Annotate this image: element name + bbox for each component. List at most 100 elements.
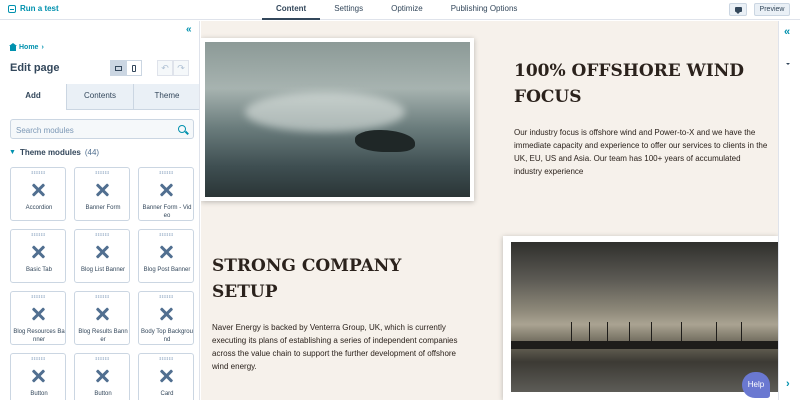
module-label: Blog Resources Banner bbox=[13, 329, 65, 343]
module-card[interactable]: Banner Form bbox=[74, 167, 130, 221]
module-card[interactable]: Blog Results Banner bbox=[74, 291, 130, 345]
turbine bbox=[571, 322, 572, 342]
module-label: Banner Form - Video bbox=[142, 205, 192, 219]
drag-handle-icon[interactable] bbox=[95, 357, 109, 360]
heading-offshore-wind[interactable]: 100% OFFSHORE WIND FOCUS bbox=[514, 58, 754, 110]
wrench-icon bbox=[94, 244, 110, 260]
comment-icon bbox=[734, 7, 742, 14]
search-input[interactable] bbox=[16, 124, 166, 136]
drag-handle-icon[interactable] bbox=[31, 295, 45, 298]
breadcrumb-home[interactable]: Home bbox=[19, 44, 38, 51]
tab-publishing-options[interactable]: Publishing Options bbox=[437, 0, 532, 20]
turbine bbox=[607, 322, 608, 342]
heading-company-setup[interactable]: STRONG COMPANY SETUP bbox=[212, 253, 452, 305]
wrench-icon bbox=[94, 182, 110, 198]
collapse-icon[interactable]: « bbox=[186, 24, 192, 35]
run-test-label: Run a test bbox=[20, 4, 59, 13]
wave-foam bbox=[245, 92, 405, 132]
wind-farm-photo bbox=[511, 242, 778, 392]
tab-contents[interactable]: Contents bbox=[66, 84, 133, 109]
desktop-icon bbox=[114, 65, 122, 71]
module-label: Blog List Banner bbox=[80, 267, 126, 273]
undo-redo: ↶ ↷ bbox=[157, 60, 189, 76]
turbine bbox=[589, 322, 590, 342]
turbine bbox=[741, 322, 742, 342]
turbine bbox=[716, 322, 717, 342]
drag-handle-icon[interactable] bbox=[159, 295, 173, 298]
run-test-button[interactable]: Run a test bbox=[8, 4, 59, 13]
module-label: Card bbox=[160, 391, 174, 397]
offshore-wave-image[interactable] bbox=[201, 38, 474, 201]
editor-tabs: Content Settings Optimize Publishing Opt… bbox=[262, 0, 531, 20]
expand-panel-icon[interactable]: « bbox=[784, 26, 790, 38]
tab-optimize[interactable]: Optimize bbox=[377, 0, 437, 20]
left-panel: « Home › Edit page ↶ ↷ Add Contents Them… bbox=[0, 21, 200, 400]
module-card[interactable]: Basic Tab bbox=[10, 229, 66, 283]
desktop-view-button[interactable] bbox=[110, 60, 126, 76]
module-card[interactable]: Button bbox=[10, 353, 66, 400]
tab-settings[interactable]: Settings bbox=[320, 0, 377, 20]
page-canvas[interactable]: 100% OFFSHORE WIND FOCUS Our industry fo… bbox=[201, 21, 778, 400]
section-count: (44) bbox=[84, 148, 100, 157]
module-card[interactable]: Blog Post Banner bbox=[138, 229, 194, 283]
flask-icon bbox=[8, 4, 16, 13]
drag-handle-icon[interactable] bbox=[95, 233, 109, 236]
mobile-view-button[interactable] bbox=[126, 60, 142, 76]
module-label: Body Top Background bbox=[141, 329, 193, 343]
redo-icon[interactable]: ↷ bbox=[173, 60, 189, 76]
chevron-right-icon[interactable]: › bbox=[786, 378, 790, 390]
section-title: Theme modules bbox=[19, 148, 81, 157]
drag-handle-icon[interactable] bbox=[31, 357, 45, 360]
module-label: Blog Post Banner bbox=[143, 267, 191, 273]
drag-handle-icon[interactable] bbox=[95, 171, 109, 174]
shoreline bbox=[511, 341, 778, 349]
module-card[interactable]: Button bbox=[74, 353, 130, 400]
module-label: Blog Results Banner bbox=[78, 329, 128, 343]
breadcrumb[interactable]: Home › bbox=[9, 43, 44, 51]
drag-handle-icon[interactable] bbox=[95, 295, 109, 298]
turbine bbox=[629, 322, 630, 342]
theme-modules-header[interactable]: ▼ Theme modules (44) bbox=[9, 148, 99, 157]
page-title: Edit page bbox=[10, 62, 60, 74]
tab-theme[interactable]: Theme bbox=[133, 84, 199, 109]
module-label: Accordion bbox=[25, 205, 53, 211]
device-toggle bbox=[110, 60, 142, 76]
wrench-icon bbox=[94, 368, 110, 384]
preview-button[interactable]: Preview bbox=[754, 3, 790, 16]
tab-content[interactable]: Content bbox=[262, 0, 321, 20]
wind-farm-image[interactable] bbox=[503, 236, 778, 400]
module-card[interactable]: Banner Form - Video bbox=[138, 167, 194, 221]
comments-button[interactable] bbox=[729, 3, 747, 16]
top-bar: Run a test Content Settings Optimize Pub… bbox=[0, 0, 800, 20]
paragraph-company-setup[interactable]: Naver Energy is backed by Venterra Group… bbox=[212, 321, 474, 373]
wrench-icon bbox=[30, 182, 46, 198]
sea-photo bbox=[205, 42, 470, 197]
undo-icon[interactable]: ↶ bbox=[157, 60, 173, 76]
module-card[interactable]: Blog List Banner bbox=[74, 229, 130, 283]
help-button[interactable]: Help bbox=[742, 372, 770, 398]
module-card[interactable]: Blog Resources Banner bbox=[10, 291, 66, 345]
wrench-icon bbox=[158, 244, 174, 260]
tab-add[interactable]: Add bbox=[0, 84, 66, 110]
wrench-icon bbox=[30, 306, 46, 322]
drag-handle-icon[interactable] bbox=[31, 171, 45, 174]
paragraph-industry-focus[interactable]: Our industry focus is offshore wind and … bbox=[514, 126, 769, 178]
drag-handle-icon[interactable] bbox=[159, 357, 173, 360]
chevron-down-icon: ▼ bbox=[9, 149, 16, 156]
search-icon[interactable] bbox=[178, 125, 186, 133]
mobile-icon bbox=[132, 64, 136, 72]
wrench-icon bbox=[158, 182, 174, 198]
module-card[interactable]: Body Top Background bbox=[138, 291, 194, 345]
drag-handle-icon[interactable] bbox=[159, 233, 173, 236]
wrench-icon bbox=[30, 244, 46, 260]
wrench-icon bbox=[30, 368, 46, 384]
module-card[interactable]: Accordion bbox=[10, 167, 66, 221]
module-card[interactable]: Card bbox=[138, 353, 194, 400]
module-label: Banner Form bbox=[85, 205, 121, 211]
drag-handle-icon[interactable] bbox=[31, 233, 45, 236]
home-icon bbox=[9, 43, 17, 51]
module-label: Button bbox=[94, 391, 112, 397]
drag-handle-icon[interactable] bbox=[159, 171, 173, 174]
wrench-icon bbox=[158, 306, 174, 322]
module-label: Basic Tab bbox=[26, 267, 52, 273]
